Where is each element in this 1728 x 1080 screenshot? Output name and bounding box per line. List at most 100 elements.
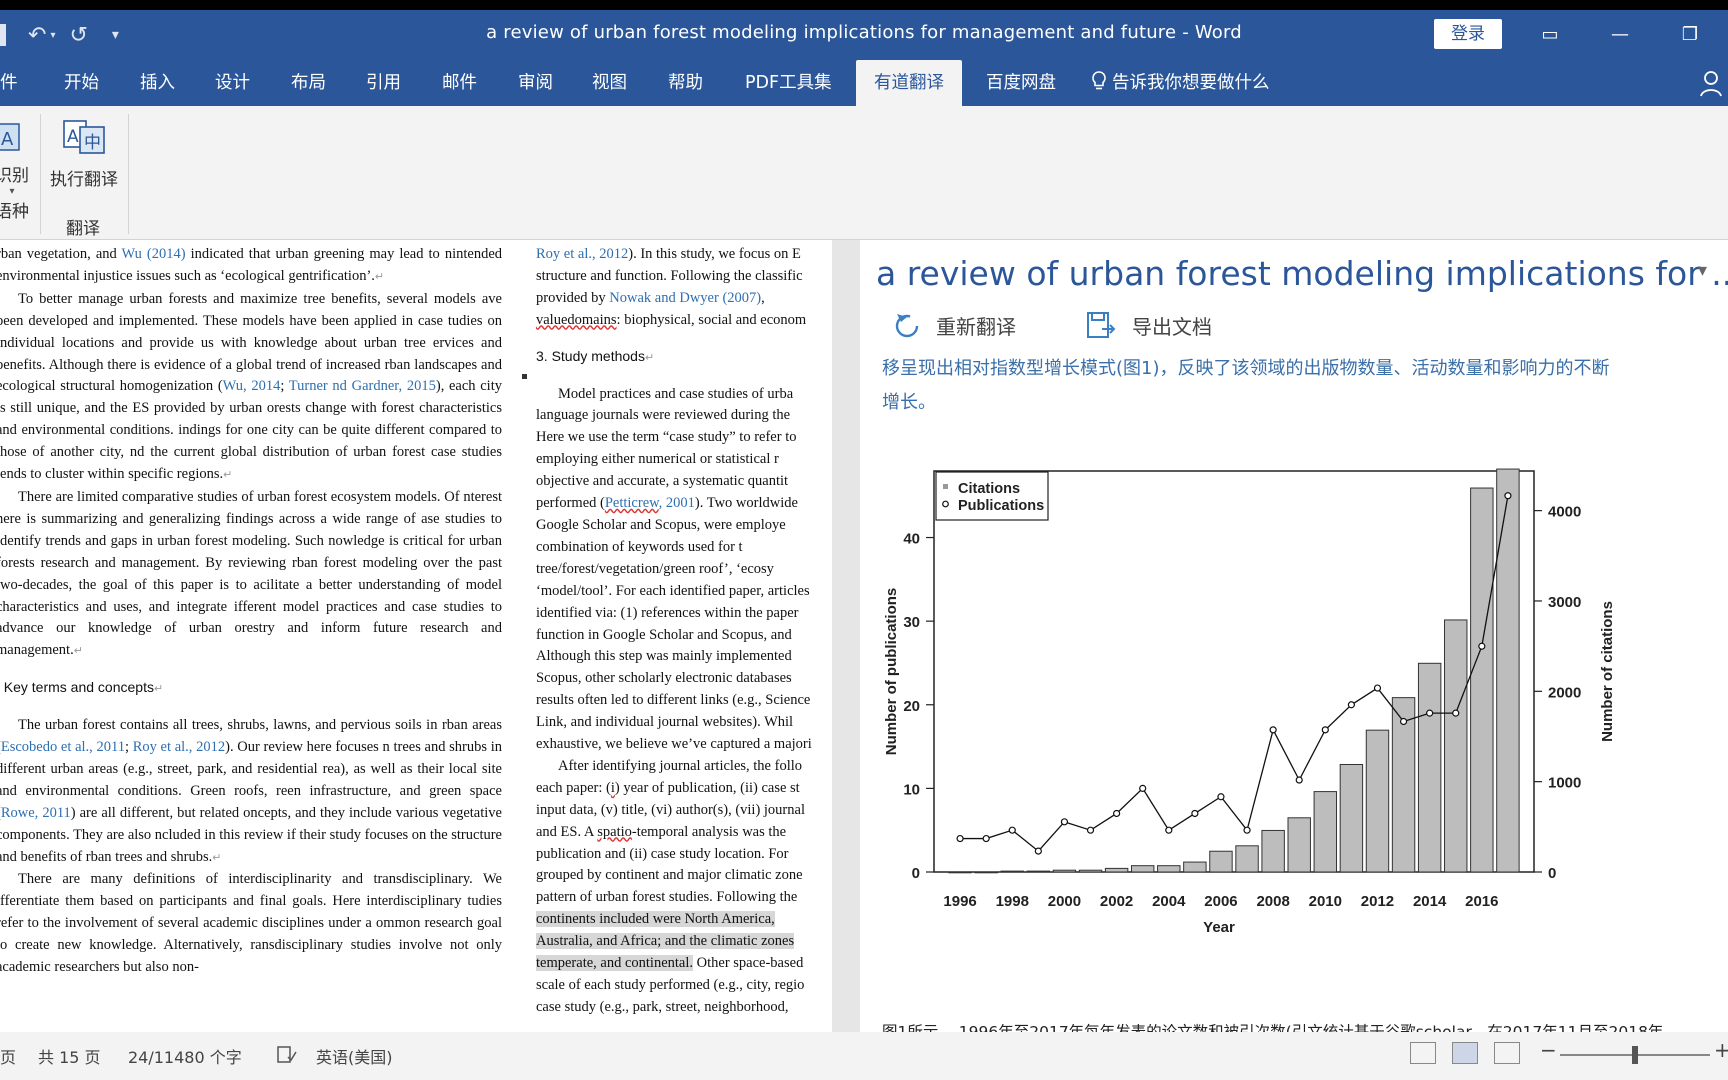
section-heading: . Key terms and concepts↵ (0, 679, 164, 696)
ribbon-display-options-icon[interactable]: ▭ (1520, 18, 1580, 52)
translate-icon: A中 (63, 120, 105, 154)
document-paragraph: To better manage urban forests and maxim… (0, 290, 502, 483)
document-paragraph: scale of each study performed (e.g., cit… (536, 977, 805, 993)
status-word-count[interactable]: 24/11480 个字 (128, 1044, 242, 1068)
x-tick-label: 2010 (1309, 893, 1342, 910)
document-paragraph: results often led to different links (e.… (536, 692, 811, 709)
proofing-icon[interactable] (276, 1045, 298, 1065)
publication-point (1478, 642, 1486, 650)
tab-design[interactable]: 设计 (215, 60, 250, 106)
minimize-icon[interactable]: — (1590, 18, 1650, 52)
tab-help[interactable]: 帮助 (668, 60, 703, 106)
login-button[interactable]: 登录 (1434, 19, 1502, 49)
print-layout-icon[interactable] (1452, 1042, 1478, 1064)
document-paragraph: tree/forest/vegetation/green roof’, ‘eco… (536, 560, 774, 577)
document-paragraph: temperate, and continental. Other space-… (536, 955, 804, 972)
legend-citations-label: Citations (958, 481, 1020, 497)
document-paragraph: valuedomains: biophysical, social and ec… (536, 311, 807, 328)
publication-point (1399, 717, 1408, 726)
document-paragraph: publication and (ii) case study location… (536, 845, 789, 862)
ribbon-separator (40, 114, 41, 234)
citation-bar (1000, 870, 1024, 873)
web-layout-icon[interactable] (1494, 1042, 1520, 1064)
document-paragraph: exhaustive, we believe we’ve captured a … (536, 736, 812, 753)
citation-bar (1444, 619, 1468, 873)
publication-point (1139, 784, 1147, 792)
publication-point (1086, 826, 1095, 834)
citation-bar (948, 871, 972, 874)
tab-youdao-translate[interactable]: 有道翻译 (856, 60, 962, 106)
share-icon[interactable] (1700, 68, 1726, 98)
document-paragraph: Scopus, other scholarly electronic datab… (536, 670, 792, 687)
tab-layout[interactable]: 布局 (291, 60, 326, 106)
zoom-slider-thumb[interactable] (1632, 1046, 1638, 1064)
y2-axis-label: Number of citations (1599, 601, 1616, 742)
read-mode-icon[interactable] (1410, 1042, 1436, 1064)
document-paragraph: function in Google Scholar and Scopus, a… (536, 626, 792, 643)
legend-publications-marker (942, 500, 949, 508)
x-tick-label: 2012 (1361, 893, 1394, 910)
translation-pane: a review of urban forest modeling implic… (860, 240, 1728, 1032)
x-tick-label: 1996 (943, 893, 976, 910)
document-page[interactable]: rban vegetation, and Wu (2014) indicated… (0, 240, 832, 1032)
citation-bar (1417, 662, 1442, 873)
execute-translate-button[interactable]: A中 执行翻译 (44, 118, 124, 190)
publication-point (1113, 809, 1121, 818)
document-paragraph: each paper: (i) year of publication, (ii… (536, 779, 800, 796)
document-paragraph: Model practices and case studies of urba (558, 385, 794, 402)
pane-options-caret-icon[interactable]: ▾ (1698, 260, 1707, 281)
tell-me-search[interactable]: 告诉我你想要做什么 (1090, 60, 1270, 106)
tab-baidu-netdisk[interactable]: 百度网盘 (986, 60, 1056, 106)
tab-view[interactable]: 视图 (592, 60, 627, 106)
plot-frame (933, 470, 1535, 873)
tab-review[interactable]: 审阅 (518, 60, 553, 106)
tab-file[interactable]: 件 (0, 60, 18, 106)
zoom-out-button[interactable]: − (1540, 1038, 1557, 1062)
citation-bar (1235, 845, 1259, 873)
document-paragraph: Australia, and Africa; and the climatic … (536, 933, 795, 950)
publication-point (1243, 826, 1251, 834)
document-paragraph: and ES. A spatio-temporal analysis was t… (536, 823, 787, 840)
publication-point (1347, 701, 1355, 709)
citation-bar (1130, 865, 1155, 873)
svg-text:A: A (1, 129, 14, 150)
status-bar: 页 共 15 页 24/11480 个字 英语(美国) − + (0, 1032, 1728, 1080)
tab-home[interactable]: 开始 (64, 60, 99, 106)
publication-point (956, 834, 964, 843)
x-tick-label: 2014 (1413, 893, 1447, 910)
y-axis-label: Number of publications (883, 588, 900, 756)
document-paragraph: There are many definitions of interdisci… (0, 871, 502, 976)
status-page[interactable]: 页 (0, 1044, 16, 1068)
document-paragraph: rban vegetation, and Wu (2014) indicated… (0, 246, 503, 284)
status-language[interactable]: 英语(美国) (316, 1044, 393, 1068)
y-tick-label: 20 (903, 698, 920, 715)
x-tick-label: 2000 (1048, 893, 1081, 910)
document-paragraph: structure and function. Following the cl… (536, 267, 803, 284)
document-paragraph: performed (Petticrew, 2001). Two worldwi… (536, 495, 798, 512)
y-tick-label: 30 (903, 614, 920, 631)
retranslate-label: 重新翻译 (936, 314, 1016, 339)
export-document-button[interactable]: 导出文档 (1086, 310, 1212, 340)
section-heading: 3. Study methods↵ (536, 347, 655, 364)
detect-language-icon: A (0, 123, 20, 151)
retranslate-button[interactable]: 重新翻译 (892, 310, 1016, 340)
tab-mailings[interactable]: 邮件 (442, 60, 477, 106)
tab-references[interactable]: 引用 (366, 60, 401, 106)
publication-point (1504, 492, 1512, 500)
tab-pdf-tools[interactable]: PDF工具集 (745, 60, 832, 106)
document-paragraph: grouped by continent and major climatic … (536, 867, 803, 884)
document-paragraph: pattern of urban forest studies. Followi… (536, 889, 798, 906)
restore-icon[interactable]: ❐ (1660, 18, 1720, 52)
zoom-in-button[interactable]: + (1714, 1038, 1728, 1062)
publication-point (982, 834, 990, 843)
tab-insert[interactable]: 插入 (140, 60, 175, 106)
document-paragraph: Link, and individual journal websites). … (536, 714, 794, 731)
publication-point (1191, 809, 1199, 818)
detect-language-button[interactable]: A 识别 ▾ 语种 (0, 118, 32, 222)
y-tick-label: 10 (903, 781, 920, 798)
status-page-count[interactable]: 共 15 页 (38, 1044, 101, 1068)
detect-language-sublabel: 语种 (0, 202, 29, 222)
pane-divider[interactable] (832, 240, 860, 1032)
translated-text-line: 增长。 (882, 392, 936, 413)
detect-language-label: 识别 (0, 166, 29, 186)
